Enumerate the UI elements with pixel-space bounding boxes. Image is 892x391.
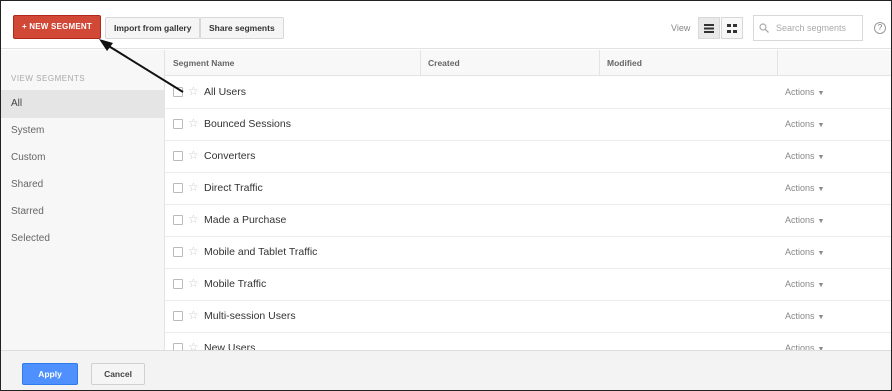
sidebar-item-all[interactable]: All (1, 90, 165, 118)
table-row: ☆ Mobile and Tablet Traffic Actions ▼ (165, 237, 891, 269)
column-divider (420, 50, 421, 76)
help-icon[interactable]: ? (874, 22, 886, 34)
star-icon[interactable]: ☆ (188, 308, 199, 322)
segment-name: Mobile and Tablet Traffic (204, 246, 318, 258)
row-checkbox[interactable] (173, 215, 183, 225)
table-row: ☆ Bounced Sessions Actions ▼ (165, 109, 891, 141)
import-from-gallery-button[interactable]: Import from gallery (105, 17, 201, 39)
table-row: ☆ Mobile Traffic Actions ▼ (165, 269, 891, 301)
segment-name: All Users (204, 86, 247, 98)
view-label: View (671, 23, 691, 33)
column-header-created[interactable]: Created (428, 50, 460, 76)
toolbar: + NEW SEGMENT Import from gallery Share … (1, 1, 891, 49)
actions-label: Actions (785, 151, 815, 161)
actions-dropdown[interactable]: Actions▼ (785, 215, 824, 225)
list-icon (704, 23, 714, 33)
apply-button[interactable]: Apply (22, 363, 78, 385)
segment-name: Direct Traffic (204, 182, 263, 194)
star-icon[interactable]: ☆ (188, 148, 199, 162)
actions-label: Actions (785, 119, 815, 129)
actions-label: Actions (785, 311, 815, 321)
segment-name: Converters (204, 150, 256, 162)
search-icon (759, 23, 769, 33)
column-divider (777, 50, 778, 76)
chevron-down-icon: ▼ (817, 218, 825, 225)
row-checkbox[interactable] (173, 183, 183, 193)
footer: Apply Cancel (1, 350, 891, 390)
new-segment-button[interactable]: + NEW SEGMENT (13, 15, 101, 39)
chevron-down-icon: ▼ (817, 282, 825, 289)
actions-label: Actions (785, 183, 815, 193)
actions-dropdown[interactable]: Actions▼ (785, 151, 824, 161)
sidebar-item-selected[interactable]: Selected (1, 225, 165, 253)
chevron-down-icon: ▼ (817, 314, 825, 321)
star-icon[interactable]: ☆ (188, 116, 199, 130)
star-icon[interactable]: ☆ (188, 212, 199, 226)
sidebar-item-system[interactable]: System (1, 117, 165, 145)
grid-view-button[interactable] (721, 17, 743, 39)
sidebar-item-shared[interactable]: Shared (1, 171, 165, 199)
star-icon[interactable]: ☆ (188, 244, 199, 258)
column-divider (599, 50, 600, 76)
segments-panel: + NEW SEGMENT Import from gallery Share … (0, 0, 892, 391)
actions-dropdown[interactable]: Actions▼ (785, 279, 824, 289)
actions-dropdown[interactable]: Actions▼ (785, 183, 824, 193)
chevron-down-icon: ▼ (817, 90, 825, 97)
star-icon[interactable]: ☆ (188, 180, 199, 194)
share-segments-button[interactable]: Share segments (200, 17, 284, 39)
table-row: ☆ Multi-session Users Actions ▼ (165, 301, 891, 333)
row-checkbox[interactable] (173, 279, 183, 289)
actions-dropdown[interactable]: Actions▼ (785, 311, 824, 321)
table-header: Segment Name Created Modified (165, 50, 891, 76)
row-checkbox[interactable] (173, 119, 183, 129)
actions-label: Actions (785, 215, 815, 225)
table-row: ☆ Converters Actions ▼ (165, 141, 891, 173)
actions-label: Actions (785, 87, 815, 97)
actions-dropdown[interactable]: Actions▼ (785, 87, 824, 97)
sidebar-title: VIEW SEGMENTS (11, 74, 86, 83)
table-row: ☆ All Users Actions ▼ (165, 77, 891, 109)
actions-dropdown[interactable]: Actions▼ (785, 119, 824, 129)
actions-label: Actions (785, 279, 815, 289)
star-icon[interactable]: ☆ (188, 84, 199, 98)
sidebar-item-custom[interactable]: Custom (1, 144, 165, 172)
segment-name: Mobile Traffic (204, 278, 267, 290)
chevron-down-icon: ▼ (817, 186, 825, 193)
segment-name: Bounced Sessions (204, 118, 291, 130)
grid-icon (727, 23, 737, 33)
column-header-modified[interactable]: Modified (607, 50, 642, 76)
row-checkbox[interactable] (173, 247, 183, 257)
sidebar: VIEW SEGMENTS All System Custom Shared S… (1, 50, 165, 350)
column-header-segment-name[interactable]: Segment Name (173, 50, 234, 76)
actions-label: Actions (785, 247, 815, 257)
row-checkbox[interactable] (173, 311, 183, 321)
segment-name: Made a Purchase (204, 214, 287, 226)
row-checkbox[interactable] (173, 151, 183, 161)
table-row: ☆ Direct Traffic Actions ▼ (165, 173, 891, 205)
list-view-button[interactable] (698, 17, 720, 39)
sidebar-item-starred[interactable]: Starred (1, 198, 165, 226)
search-input[interactable]: Search segments (753, 15, 863, 41)
actions-dropdown[interactable]: Actions▼ (785, 247, 824, 257)
chevron-down-icon: ▼ (817, 122, 825, 129)
star-icon[interactable]: ☆ (188, 276, 199, 290)
cancel-button[interactable]: Cancel (91, 363, 145, 385)
chevron-down-icon: ▼ (817, 154, 825, 161)
table-row: ☆ Made a Purchase Actions ▼ (165, 205, 891, 237)
chevron-down-icon: ▼ (817, 250, 825, 257)
segment-name: Multi-session Users (204, 310, 296, 322)
row-checkbox[interactable] (173, 87, 183, 97)
